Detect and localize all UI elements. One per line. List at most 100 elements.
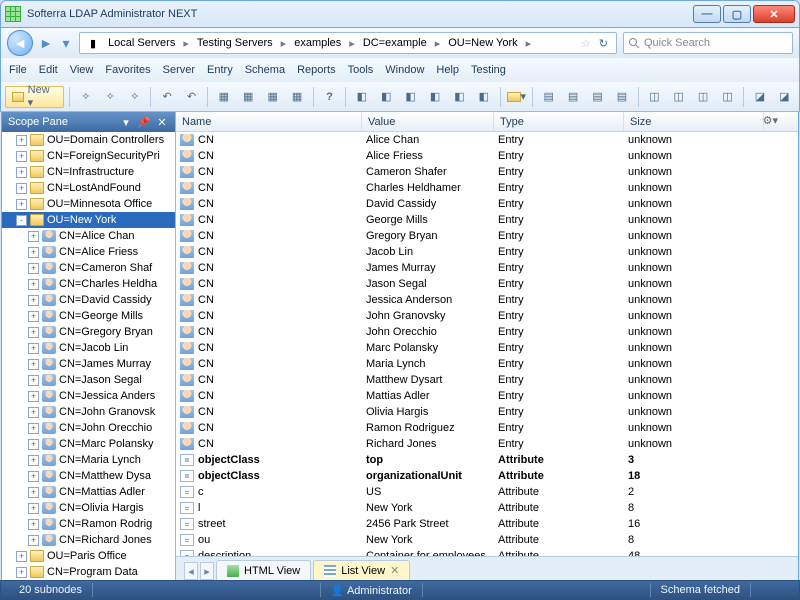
tree-node[interactable]: +CN=Infrastructure — [2, 164, 175, 180]
tool-t3[interactable]: ◧ — [400, 86, 421, 108]
tree-node[interactable]: +CN=John Granovsk — [2, 404, 175, 420]
expand-icon[interactable]: + — [28, 423, 39, 434]
tree-node[interactable]: +OU=Paris Office — [2, 548, 175, 564]
menu-entry[interactable]: Entry — [207, 64, 233, 76]
list-row[interactable]: =descriptionContainer for employees f...… — [176, 548, 798, 556]
menu-tools[interactable]: Tools — [348, 64, 374, 76]
tree-node[interactable]: +CN=Maria Lynch — [2, 452, 175, 468]
chevron-right-icon[interactable]: ▸ — [433, 37, 443, 50]
tree-node[interactable]: +CN=ForeignSecurityPri — [2, 148, 175, 164]
list-row[interactable]: CNJason SegalEntryunknown — [176, 276, 798, 292]
expand-icon[interactable]: + — [28, 535, 39, 546]
list-row[interactable]: CNCameron ShaferEntryunknown — [176, 164, 798, 180]
tree-node[interactable]: -OU=New York — [2, 212, 175, 228]
tree-node[interactable]: +CN=David Cassidy — [2, 292, 175, 308]
breadcrumb-seg[interactable]: Testing Servers — [191, 33, 279, 53]
tree-node[interactable]: +CN=Jason Segal — [2, 372, 175, 388]
list-row[interactable]: =lNew YorkAttribute8 — [176, 500, 798, 516]
breadcrumb-seg[interactable]: OU=New York — [442, 33, 523, 53]
breadcrumb-seg[interactable]: DC=example — [357, 33, 433, 53]
tree-node[interactable]: +OU=Minnesota Office — [2, 196, 175, 212]
list-row[interactable]: =ouNew YorkAttribute8 — [176, 532, 798, 548]
list-row[interactable]: CNJessica AndersonEntryunknown — [176, 292, 798, 308]
list-row[interactable]: =objectClasstopAttribute3 — [176, 452, 798, 468]
list-row[interactable]: CNMatthew DysartEntryunknown — [176, 372, 798, 388]
expand-icon[interactable]: + — [28, 359, 39, 370]
expand-icon[interactable]: + — [28, 375, 39, 386]
favorite-icon[interactable]: ☆ — [577, 37, 595, 50]
tool-t4[interactable]: ◧ — [424, 86, 445, 108]
menu-window[interactable]: Window — [385, 64, 424, 76]
schema-s3[interactable]: ◫ — [692, 86, 713, 108]
tree-node[interactable]: +CN=Olivia Hargis — [2, 500, 175, 516]
list-row[interactable]: CNJacob LinEntryunknown — [176, 244, 798, 260]
tree-node[interactable]: +CN=Program Data — [2, 564, 175, 580]
list-row[interactable]: =objectClassorganizationalUnitAttribute1… — [176, 468, 798, 484]
menu-favorites[interactable]: Favorites — [105, 64, 150, 76]
list-row[interactable]: CNAlice FriessEntryunknown — [176, 148, 798, 164]
cut-button[interactable]: ▦ — [213, 86, 234, 108]
props-button[interactable]: ▦ — [286, 86, 307, 108]
tree-node[interactable]: +CN=Marc Polansky — [2, 436, 175, 452]
list-row[interactable]: CNMarc PolanskyEntryunknown — [176, 340, 798, 356]
help-pointer-button[interactable]: ? — [319, 86, 340, 108]
menu-schema[interactable]: Schema — [245, 64, 285, 76]
list-row[interactable]: CNJames MurrayEntryunknown — [176, 260, 798, 276]
breadcrumb-seg[interactable]: Local Servers — [102, 33, 181, 53]
list-row[interactable]: CNJohn GranovskyEntryunknown — [176, 308, 798, 324]
tree-node[interactable]: +CN=Gregory Bryan — [2, 324, 175, 340]
schema-s1[interactable]: ◫ — [644, 86, 665, 108]
tree-node[interactable]: +CN=Jessica Anders — [2, 388, 175, 404]
list-row[interactable]: =cUSAttribute2 — [176, 484, 798, 500]
list-row[interactable]: CNRichard JonesEntryunknown — [176, 436, 798, 452]
history-dropdown-icon[interactable]: ▾ — [59, 36, 73, 50]
tree-node[interactable]: +CN=LostAndFound — [2, 180, 175, 196]
expand-icon[interactable]: + — [28, 295, 39, 306]
folder-open-button[interactable]: ▾ — [506, 86, 528, 108]
tab-scroll-left[interactable]: ◂ — [184, 562, 198, 580]
delete-button[interactable]: ✧ — [124, 86, 145, 108]
menu-file[interactable]: File — [9, 64, 27, 76]
tab-close-icon[interactable]: ✕ — [390, 564, 399, 577]
expand-icon[interactable]: + — [16, 151, 27, 162]
report-r1[interactable]: ▤ — [538, 86, 559, 108]
breadcrumb-seg[interactable]: examples — [288, 33, 347, 53]
tool-t1[interactable]: ◧ — [351, 86, 372, 108]
expand-icon[interactable]: + — [28, 503, 39, 514]
expand-icon[interactable]: + — [28, 471, 39, 482]
rename-button[interactable]: ✧ — [100, 86, 121, 108]
list-row[interactable]: CNCharles HeldhamerEntryunknown — [176, 180, 798, 196]
column-size[interactable]: Size — [624, 112, 764, 131]
list-row[interactable]: CNAlice ChanEntryunknown — [176, 132, 798, 148]
tree[interactable]: +OU=Domain Controllers+CN=ForeignSecurit… — [2, 132, 175, 580]
menu-help[interactable]: Help — [436, 64, 459, 76]
column-type[interactable]: Type — [494, 112, 624, 131]
expand-icon[interactable]: + — [16, 199, 27, 210]
menu-testing[interactable]: Testing — [471, 64, 506, 76]
chevron-right-icon[interactable]: ▸ — [347, 37, 357, 50]
tab-scroll-right[interactable]: ▸ — [200, 562, 214, 580]
tree-node[interactable]: +CN=John Orecchio — [2, 420, 175, 436]
list-row[interactable]: =street2456 Park StreetAttribute16 — [176, 516, 798, 532]
expand-icon[interactable]: + — [16, 183, 27, 194]
menu-reports[interactable]: Reports — [297, 64, 336, 76]
list-body[interactable]: CNAlice ChanEntryunknownCNAlice FriessEn… — [176, 132, 798, 556]
expand-icon[interactable]: + — [28, 407, 39, 418]
close-button[interactable]: ✕ — [753, 5, 795, 23]
tree-node[interactable]: +CN=Matthew Dysa — [2, 468, 175, 484]
tree-node[interactable]: +CN=George Mills — [2, 308, 175, 324]
breadcrumb[interactable]: ▮ Local Servers▸Testing Servers▸examples… — [79, 32, 617, 54]
expand-icon[interactable]: + — [28, 519, 39, 530]
forward-button[interactable]: ► — [39, 36, 53, 50]
expand-icon[interactable]: + — [28, 439, 39, 450]
report-r4[interactable]: ▤ — [611, 86, 632, 108]
collapse-icon[interactable]: - — [16, 215, 27, 226]
copy-button[interactable]: ✧ — [75, 86, 96, 108]
tree-node[interactable]: +CN=Jacob Lin — [2, 340, 175, 356]
redo-button[interactable]: ↶ — [181, 86, 202, 108]
scope-close-icon[interactable]: ✕ — [155, 116, 169, 129]
tree-node[interactable]: +CN=James Murray — [2, 356, 175, 372]
menu-view[interactable]: View — [70, 64, 94, 76]
minimize-button[interactable]: ― — [693, 5, 721, 23]
expand-icon[interactable]: + — [16, 167, 27, 178]
